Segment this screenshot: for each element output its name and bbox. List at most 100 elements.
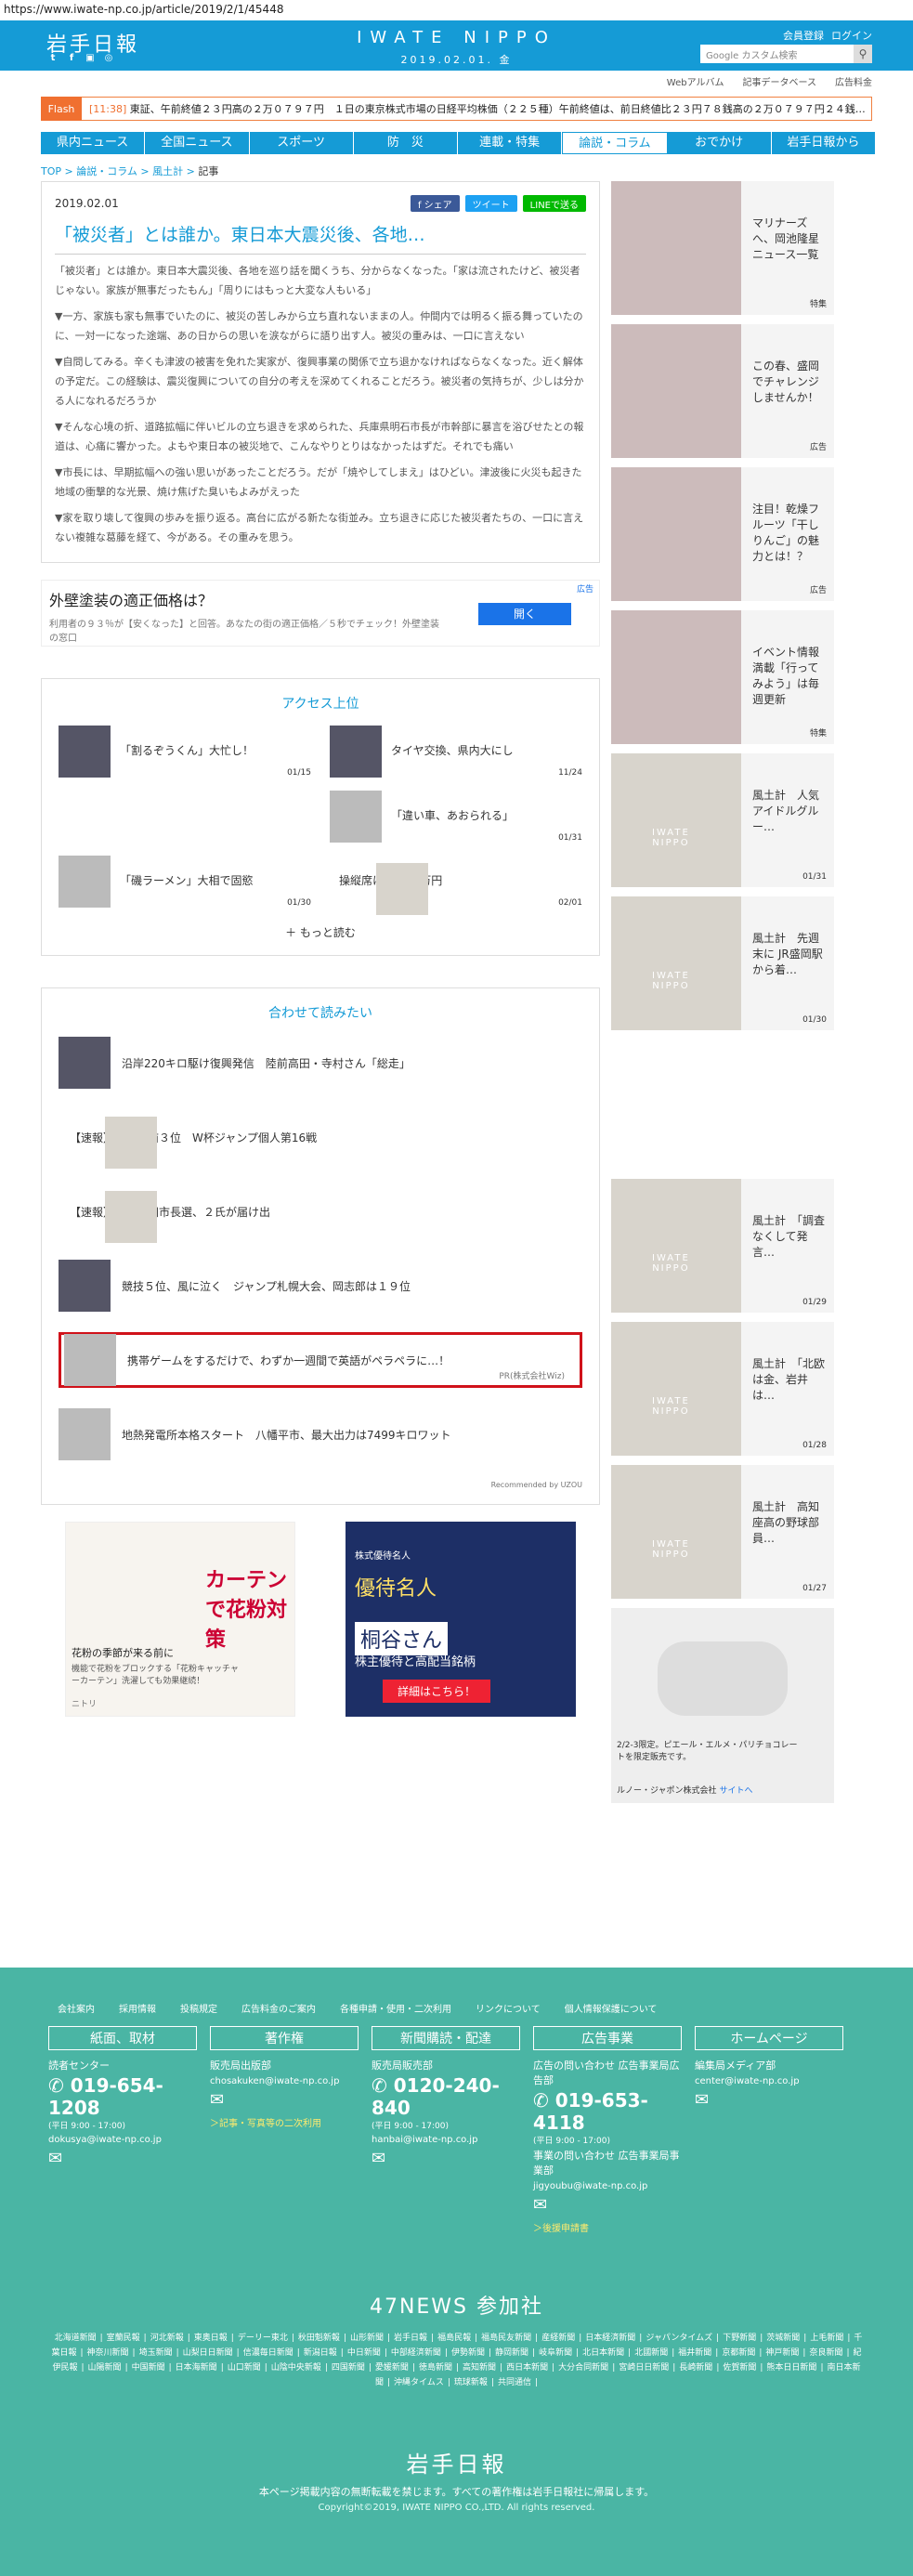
mail-icon[interactable]: ✉ <box>695 2090 843 2110</box>
phone-number[interactable]: ✆ 0120-240-840 <box>372 2074 520 2119</box>
news47-paper-link[interactable]: 長崎新聞 <box>679 2363 712 2373</box>
sidebar-item[interactable]: 注目！乾燥フルーツ「干しりんご」の魅力とは！？ 広告 <box>611 467 834 601</box>
news47-paper-link[interactable]: 中国新聞 <box>132 2363 165 2373</box>
news47-paper-link[interactable]: 共同通信 <box>498 2378 531 2387</box>
curtain-ad[interactable]: カーテンで花粉対策 花粉の季節が来る前に 機能で花粉をブロックする「花粉キャッチ… <box>65 1522 295 1717</box>
mail-icon[interactable]: ✉ <box>48 2149 197 2168</box>
footer-link[interactable]: 投稿規定 <box>180 2001 217 2015</box>
mail-icon[interactable]: ✉ <box>372 2149 520 2168</box>
related-item-pr[interactable]: 携帯ゲームをするだけで、わずか一週間で英語がペラペラに…！ PR(株式会社Wiz) <box>59 1332 582 1388</box>
news47-paper-link[interactable]: 中部経済新聞 <box>391 2348 441 2358</box>
news47-paper-link[interactable]: 北國新聞 <box>634 2348 668 2358</box>
nav-outing[interactable]: おでかけ <box>668 132 772 154</box>
ranking-item[interactable]: タイヤ交換、県内大にし 11/24 <box>330 726 582 778</box>
news47-paper-link[interactable]: 伊勢新聞 <box>451 2348 485 2358</box>
footer-link[interactable]: 会社案内 <box>58 2001 95 2015</box>
login-link[interactable]: ログイン <box>831 28 872 43</box>
sidebar-item[interactable]: この春、盛岡でチャレンジしませんか！ 広告 <box>611 324 834 458</box>
news47-paper-link[interactable]: 東奥日報 <box>194 2334 228 2343</box>
contact-mail[interactable]: dokusya@iwate-np.co.jp <box>48 2135 197 2145</box>
news47-paper-link[interactable]: 山口新聞 <box>228 2363 261 2373</box>
sidebar-item[interactable]: 風土計 先週末に JR盛岡駅から着… 01/30 <box>611 896 834 1030</box>
register-link[interactable]: 会員登録 <box>783 28 824 43</box>
news47-paper-link[interactable]: 上毛新聞 <box>810 2334 843 2343</box>
footer-link[interactable]: 各種申請・使用・二次利用 <box>340 2001 451 2015</box>
news47-paper-link[interactable]: 秋田魁新報 <box>298 2334 340 2343</box>
news47-paper-link[interactable]: 中日新聞 <box>347 2348 381 2358</box>
sponsorship-link[interactable]: ＞後援申請書 <box>533 2220 682 2234</box>
related-item[interactable]: 地熱発電所本格スタート 八幡平市、最大出力は7499キロワット <box>59 1406 582 1462</box>
search-input[interactable]: Google カスタム検索 <box>700 45 854 63</box>
news47-paper-link[interactable]: 愛媛新聞 <box>375 2363 409 2373</box>
recommended-by[interactable]: Recommended by UZOU <box>59 1481 582 1489</box>
nav-column[interactable]: 論説・コラム <box>562 132 668 154</box>
footer-link[interactable]: 採用情報 <box>119 2001 156 2015</box>
ranking-item[interactable]: 「割るぞうくん」大忙し！ 01/15 <box>59 726 311 778</box>
crumb-fudoke[interactable]: 風土計 <box>152 165 183 177</box>
tweet-button[interactable]: ツイート <box>464 195 517 212</box>
news47-paper-link[interactable]: 四国新聞 <box>332 2363 365 2373</box>
news47-paper-link[interactable]: 山形新聞 <box>350 2334 384 2343</box>
news47-paper-link[interactable]: 熊本日日新聞 <box>766 2363 816 2373</box>
secondary-use-link[interactable]: ＞記事・写真等の二次利用 <box>210 2115 359 2129</box>
news47-paper-link[interactable]: 新潟日報 <box>304 2348 337 2358</box>
news47-paper-link[interactable]: 日本経済新聞 <box>585 2334 635 2343</box>
nav-disaster[interactable]: 防 災 <box>354 132 458 154</box>
stock-ad[interactable]: 株式優待名人 優待名人 桐谷さん 株主優待と高配当銘柄 詳細はこちら！ <box>346 1522 576 1717</box>
nav-national[interactable]: 全国ニュース <box>145 132 250 154</box>
crumb-top[interactable]: TOP <box>41 165 61 177</box>
related-item[interactable]: 競技５位、風に泣く ジャンプ札幌大会、岡志郎は１９位 <box>59 1258 582 1314</box>
related-item[interactable]: 沿岸220キロ駆け復興発信 陸前高田・寺村さん「総走」 <box>59 1035 582 1091</box>
footer-link[interactable]: 個人情報保護について <box>565 2001 658 2015</box>
news47-paper-link[interactable]: 岩手日報 <box>394 2334 427 2343</box>
news47-paper-link[interactable]: 神奈川新聞 <box>87 2348 129 2358</box>
news47-paper-link[interactable]: 岐阜新聞 <box>539 2348 572 2358</box>
contact-mail[interactable]: chosakuken@iwate-np.co.jp <box>210 2076 359 2086</box>
news47-paper-link[interactable]: 山陰中央新報 <box>271 2363 321 2373</box>
news47-paper-link[interactable]: 信濃毎日新聞 <box>243 2348 293 2358</box>
footer-link[interactable]: 広告料金のご案内 <box>241 2001 316 2015</box>
mail-icon[interactable]: ✉ <box>210 2090 359 2110</box>
news47-paper-link[interactable]: 日本海新聞 <box>176 2363 217 2373</box>
news47-paper-link[interactable]: 沖縄タイムス <box>394 2378 444 2387</box>
ranking-item[interactable]: 「磯ラーメン」大相で固慾 01/30 <box>59 856 311 908</box>
contact-mail[interactable]: jigyoubu@iwate-np.co.jp <box>533 2181 682 2191</box>
read-more-link[interactable]: ＋ もっと読む <box>59 924 582 940</box>
news47-paper-link[interactable]: 河北新報 <box>150 2334 184 2343</box>
mail-icon[interactable]: ✉ <box>533 2195 682 2215</box>
nav-local[interactable]: 県内ニュース <box>41 132 146 154</box>
news47-paper-link[interactable]: 宮崎日日新聞 <box>619 2363 669 2373</box>
ad-open-button[interactable]: 開く <box>478 603 571 625</box>
news47-paper-link[interactable]: 埼玉新聞 <box>139 2348 173 2358</box>
news47-paper-link[interactable]: 大分合同新聞 <box>558 2363 608 2373</box>
ranking-item[interactable]: 「違い車、あおられる」 01/31 <box>330 791 582 843</box>
contact-mail[interactable]: hanbai@iwate-np.co.jp <box>372 2135 520 2145</box>
ranking-item[interactable]: 操縦席に罰金50万円02/01 <box>330 856 582 915</box>
news47-paper-link[interactable]: デーリー東北 <box>238 2334 288 2343</box>
news47-paper-link[interactable]: 徳島新聞 <box>419 2363 452 2373</box>
sidebar-item[interactable]: 風土計 人気アイドルグルー… 01/31 <box>611 753 834 887</box>
phone-number[interactable]: ✆ 019-654-1208 <box>48 2074 197 2119</box>
sidebar-item[interactable]: マリナーズへ、岡池隆星ニュース一覧 特集 <box>611 181 834 315</box>
sidebar-item[interactable]: イベント情報満載「行ってみよう」は毎週更新 特集 <box>611 610 834 744</box>
stock-ad-button[interactable]: 詳細はこちら！ <box>383 1680 491 1703</box>
news47-paper-link[interactable]: 佐賀新聞 <box>723 2363 756 2373</box>
news47-paper-link[interactable]: 下野新聞 <box>723 2334 756 2343</box>
news47-paper-link[interactable]: 奈良新聞 <box>809 2348 842 2358</box>
news47-paper-link[interactable]: 福島民友新聞 <box>481 2334 531 2343</box>
line-share-button[interactable]: LINEで送る <box>522 195 586 212</box>
news47-paper-link[interactable]: 室蘭民報 <box>107 2334 140 2343</box>
facebook-share-button[interactable]: f シェア <box>410 195 460 212</box>
footer-logo[interactable]: 岩手日報 <box>0 2446 913 2478</box>
news47-paper-link[interactable]: 山陽新聞 <box>88 2363 122 2373</box>
nav-sports[interactable]: スポーツ <box>250 132 354 154</box>
news47-paper-link[interactable]: 高知新聞 <box>463 2363 496 2373</box>
flash-text[interactable]: [11:38] 東証、午前終値２３円高の２万０７９７円 １日の東京株式市場の日経… <box>82 101 866 116</box>
car-ad-link[interactable]: サイトへ <box>719 1786 752 1796</box>
phone-number[interactable]: ✆ 019-653-4118 <box>533 2089 682 2134</box>
url-bar[interactable]: https://www.iwate-np.co.jp/article/2019/… <box>0 0 913 20</box>
news47-paper-link[interactable]: 福井新聞 <box>678 2348 711 2358</box>
news47-paper-link[interactable]: 山梨日日新聞 <box>183 2348 233 2358</box>
ad-banner[interactable]: 広告 外壁塗装の適正価格は？ 利用者の９３％が【安くなった】と回答。あなたの街の… <box>41 580 600 647</box>
subnav-adrates[interactable]: 広告料金 <box>835 74 872 91</box>
